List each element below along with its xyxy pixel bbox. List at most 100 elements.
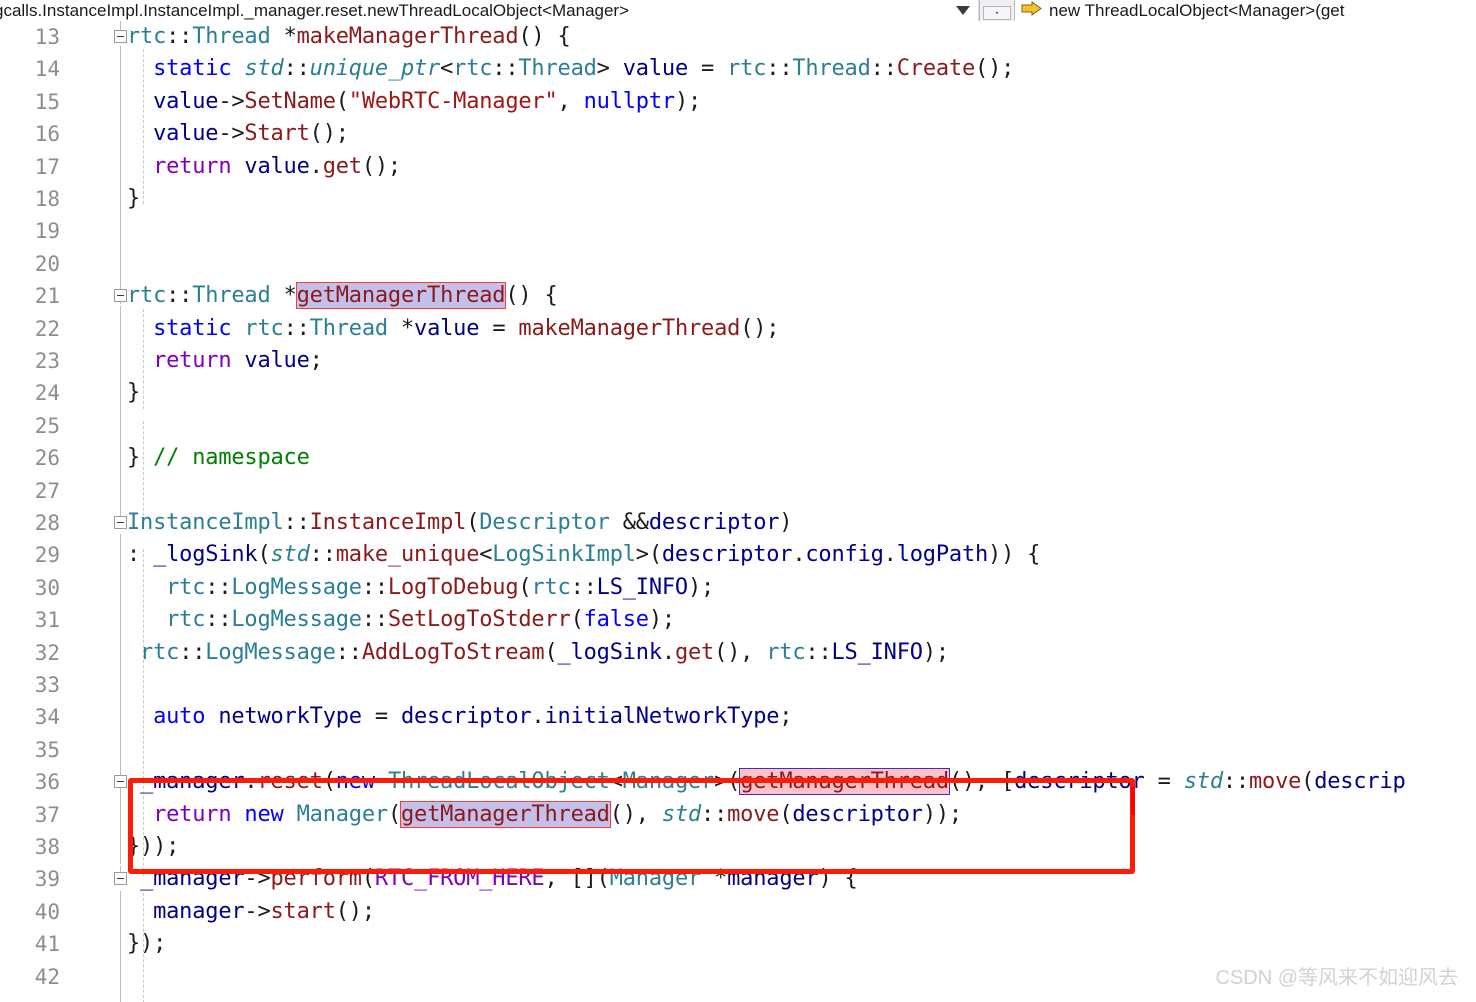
spinner-down-button[interactable]: ▾ [983,6,1011,20]
line-number: 22 [34,316,60,341]
code-line[interactable]: 31 rtc::LogMessage::SetLogToStderr(false… [0,604,1476,636]
code-line[interactable]: 36 _manager.reset(new ThreadLocalObject<… [0,766,1476,798]
code-line[interactable]: 19 [0,215,1476,247]
code-text: } [127,380,141,406]
line-number: 41 [34,932,60,957]
code-line[interactable]: 32 rtc::LogMessage::AddLogToStream(_logS… [0,637,1476,669]
code-text: return new Manager(getManagerThread(), s… [153,800,962,828]
code-line[interactable]: 17 return value.get(); [0,151,1476,183]
navigation-bar: gcalls.InstanceImpl.InstanceImpl._manage… [0,0,1476,22]
code-line[interactable]: 29 : _logSink(std::make_unique<LogSinkIm… [0,539,1476,571]
code-text: return value; [153,348,323,373]
code-text: _manager->perform(RTC_FROM_HERE, [](Mana… [140,866,858,892]
line-number: 14 [34,57,60,82]
code-line[interactable]: 30 rtc::LogMessage::LogToDebug(rtc::LS_I… [0,572,1476,604]
code-text: return value.get(); [153,153,401,179]
code-text: auto networkType = descriptor.initialNet… [153,704,793,730]
code-text: value->SetName("WebRTC-Manager", nullptr… [153,88,702,114]
code-line[interactable]: 15 value->SetName("WebRTC-Manager", null… [0,86,1476,118]
line-number: 34 [34,705,60,730]
line-number: 28 [34,511,60,535]
code-line[interactable]: 16 value->Start(); [0,118,1476,150]
code-text: rtc::LogMessage::LogToDebug(rtc::LS_INFO… [166,574,715,600]
code-text: value->Start(); [153,121,349,147]
line-number: 38 [34,835,60,859]
code-line[interactable]: 14 static std::unique_ptr<rtc::Thread> v… [0,53,1476,85]
line-number: 17 [34,154,60,179]
code-line[interactable]: 20 [0,248,1476,280]
code-text: rtc::LogMessage::SetLogToStderr(false); [166,607,675,633]
spinner-glyph: ▾ [994,9,1000,17]
code-text: } // namespace [127,445,310,471]
code-line[interactable]: 24 } [0,377,1476,409]
code-line[interactable]: 27 [0,475,1476,507]
line-number: 27 [34,478,60,503]
member-label: new ThreadLocalObject<Manager>(get [1049,1,1345,20]
code-text: manager->start(); [153,898,375,924]
fold-toggle[interactable] [114,30,127,43]
code-line[interactable]: 26 } // namespace [0,442,1476,474]
code-line[interactable]: 23 return value; [0,345,1476,377]
code-line[interactable]: 38 })); [0,831,1476,863]
code-line[interactable]: 33 [0,669,1476,701]
fold-toggle[interactable] [114,289,127,303]
line-number: 35 [34,737,60,762]
code-text: rtc::LogMessage::AddLogToStream(_logSink… [140,639,949,665]
member-dropdown[interactable]: new ThreadLocalObject<Manager>(get [1015,0,1476,21]
line-number: 29 [34,543,60,568]
code-text: static rtc::Thread *value = makeManagerT… [153,315,780,341]
line-number: 33 [34,673,60,697]
fold-toggle[interactable] [114,775,127,789]
line-number: 40 [34,899,60,924]
code-line[interactable]: 34 auto networkType = descriptor.initial… [0,701,1476,733]
code-text: } [127,186,141,211]
code-line[interactable]: 22 static rtc::Thread *value = makeManag… [0,313,1476,345]
breadcrumb-dropdown[interactable]: gcalls.InstanceImpl.InstanceImpl._manage… [0,0,979,21]
line-number: 25 [34,413,60,438]
code-text: _manager.reset(new ThreadLocalObject<Man… [140,768,1406,796]
line-number: 37 [34,802,60,827]
line-number: 42 [34,964,60,989]
code-editor[interactable]: 13 rtc::Thread *makeManagerThread() { 14… [0,21,1476,1002]
line-number: 30 [34,575,60,600]
line-number: 32 [34,640,60,665]
method-arrow-icon [1021,0,1043,21]
line-number: 24 [34,381,60,406]
code-line[interactable]: 40 manager->start(); [0,896,1476,928]
chevron-down-icon[interactable] [956,0,970,21]
breadcrumb-label: gcalls.InstanceImpl.InstanceImpl._manage… [0,1,630,20]
highlighted-symbol[interactable]: getManagerThread [295,282,507,310]
fold-toggle[interactable] [114,516,127,529]
highlighted-symbol[interactable]: getManagerThread [399,800,611,828]
line-number: 20 [34,251,60,276]
line-number: 13 [34,25,60,49]
line-number: 23 [34,349,60,373]
code-line[interactable]: 18 } [0,183,1476,215]
line-number: 15 [34,89,60,114]
fold-toggle[interactable] [114,872,127,886]
code-line[interactable]: 13 rtc::Thread *makeManagerThread() { [0,21,1476,53]
highlighted-symbol-active[interactable]: getManagerThread [739,768,950,796]
code-line[interactable]: 37 return new Manager(getManagerThread()… [0,799,1476,831]
code-line[interactable]: 21 rtc::Thread *getManagerThread() { [0,280,1476,312]
code-line[interactable]: 35 [0,734,1476,766]
line-number: 16 [34,122,60,147]
line-number: 31 [34,608,60,633]
line-number: 21 [34,284,60,309]
code-line[interactable]: 28 InstanceImpl::InstanceImpl(Descriptor… [0,507,1476,539]
line-number: 39 [34,867,60,892]
code-line[interactable]: 39 _manager->perform(RTC_FROM_HERE, [](M… [0,863,1476,895]
code-text: }); [127,931,167,957]
line-number: 19 [34,219,60,244]
code-line[interactable]: 25 [0,410,1476,442]
code-text: static std::unique_ptr<rtc::Thread> valu… [153,56,1015,82]
code-line[interactable]: 41 }); [0,928,1476,960]
line-number: 26 [34,446,60,471]
line-number: 36 [34,770,60,795]
navbar-spinner[interactable]: ▾ [979,0,1015,21]
watermark: CSDN @等风来不如迎风去 [1215,967,1458,989]
code-text: rtc::Thread *getManagerThread() { [127,282,558,310]
code-text: InstanceImpl::InstanceImpl(Descriptor &&… [127,510,793,535]
code-text: rtc::Thread *makeManagerThread() { [127,24,571,49]
code-text: })); [127,834,180,859]
